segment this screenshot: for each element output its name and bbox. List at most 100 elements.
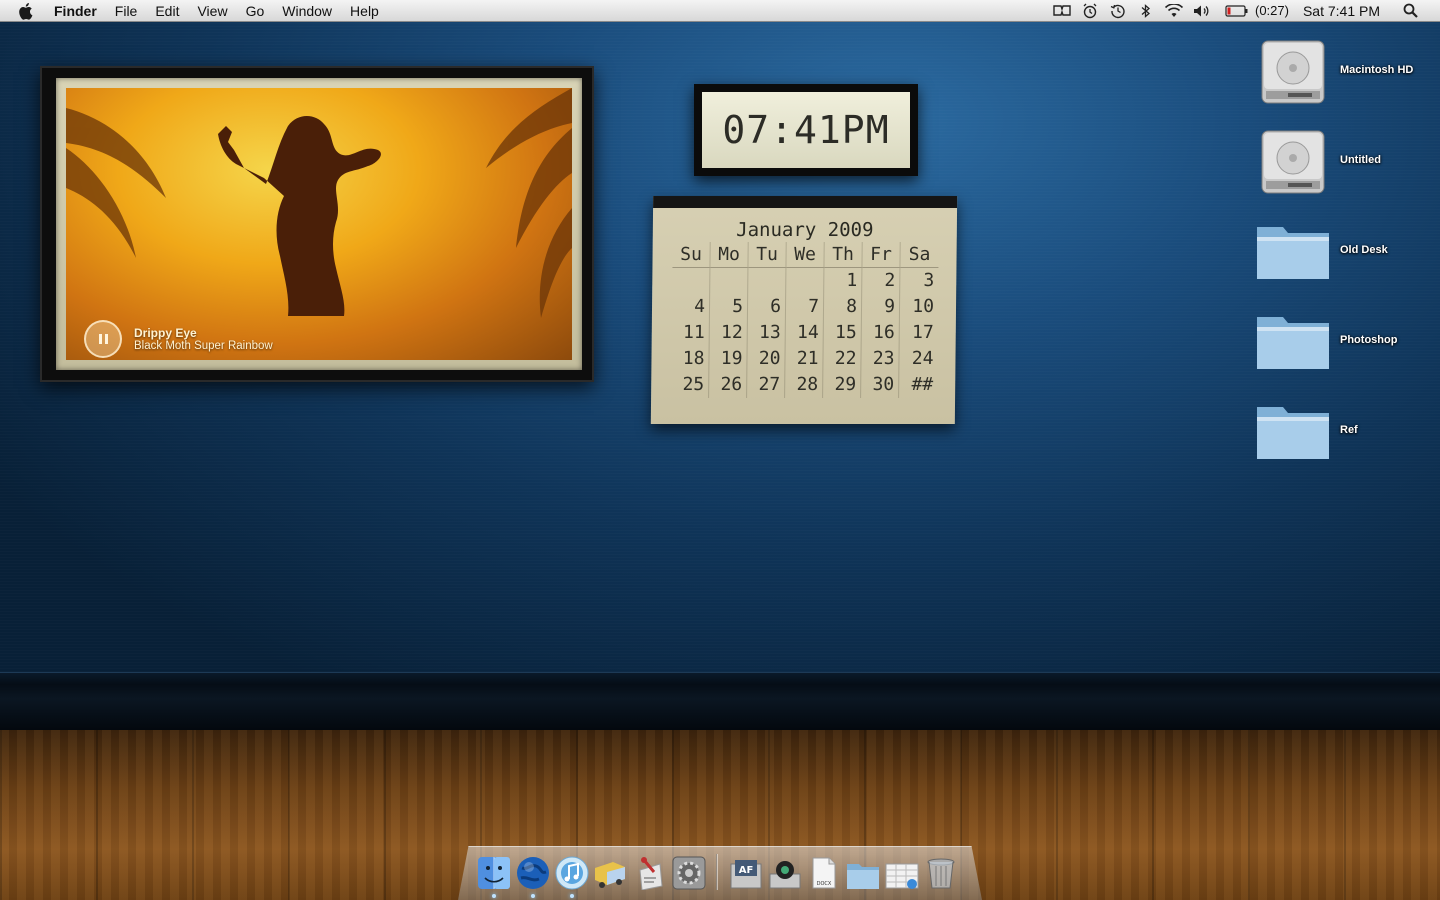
track-info: Drippy Eye Black Moth Super Rainbow [134, 326, 273, 352]
dock: AF DOCX [476, 848, 962, 898]
folder-icon [1254, 301, 1332, 379]
calendar-day-cell [748, 268, 787, 294]
calendar-day-cell: 12 [709, 320, 748, 346]
disk-camera-icon[interactable] [767, 850, 803, 890]
dock-separator [716, 854, 718, 890]
desktop-icon-label: Old Desk [1340, 244, 1388, 256]
calendar-day-cell: 17 [911, 322, 934, 343]
alarm-icon[interactable] [1079, 0, 1101, 22]
music-player-controls: Drippy Eye Black Moth Super Rainbow [84, 320, 273, 358]
calendar-day-cell: 19 [709, 346, 748, 372]
volume-icon[interactable] [1191, 0, 1213, 22]
calendar-weekday-header: Su [672, 242, 711, 268]
calendar-day-cell: 27 [747, 372, 786, 398]
calendar-day-cell [786, 268, 825, 294]
calendar-day-cell: 24 [911, 348, 934, 369]
calendar-binding-strip [653, 196, 958, 208]
calendar-day-cell: 3 [923, 270, 935, 291]
calendar-day-cell: 23 [861, 346, 900, 372]
calendar-day-cell: 11 [671, 320, 710, 346]
track-artist: Black Moth Super Rainbow [134, 340, 273, 352]
af-app-icon[interactable]: AF [728, 850, 764, 890]
calendar-weekday-header: Tu [748, 242, 787, 268]
desktop-icon-ref[interactable]: Ref [1254, 390, 1434, 470]
calendar-day-cell: 7 [785, 294, 825, 320]
calendar-day-cell: 13 [747, 320, 786, 346]
album-artwork: Drippy Eye Black Moth Super Rainbow [66, 88, 572, 360]
svg-text:DOCX: DOCX [817, 881, 832, 887]
calendar-day-cell: 2 [862, 268, 901, 294]
desktop-icon-photoshop[interactable]: Photoshop [1254, 300, 1434, 380]
calendar-day-cell: 26 [709, 372, 748, 398]
menu-view[interactable]: View [188, 0, 236, 22]
calendar-weekday-header: Th [824, 242, 863, 268]
calendar-grid: Su Mo Tu We Th Fr Sa 1 2 3 4 5 6 7 8 9 10 11 12 13 14 15 16 17 1… [671, 242, 939, 398]
desktop-icon-untitled[interactable]: Untitled [1254, 120, 1434, 200]
script-editor-icon[interactable] [632, 850, 668, 890]
calendar-day-cell: 15 [823, 320, 862, 346]
calendar-day-cell: 22 [823, 346, 862, 372]
menu-bar-clock[interactable]: Sat 7:41 PM [1303, 3, 1380, 19]
wifi-icon[interactable] [1163, 0, 1185, 22]
documents-folder-icon[interactable] [845, 850, 881, 890]
running-indicator [570, 894, 574, 898]
delivery-truck-icon[interactable] [593, 850, 629, 890]
calendar-day-cell [710, 268, 749, 294]
desktop-icon-label: Untitled [1340, 154, 1381, 166]
pause-button[interactable] [84, 320, 122, 358]
calendar-day-cell: 4 [671, 294, 711, 320]
spreadsheet-icon[interactable] [884, 850, 920, 890]
menu-file[interactable]: File [106, 0, 147, 22]
calendar-day-cell: 5 [709, 294, 749, 320]
network-globe-icon[interactable] [515, 850, 551, 898]
menu-help[interactable]: Help [341, 0, 388, 22]
calendar-day-cell: 14 [785, 320, 824, 346]
system-preferences-icon[interactable] [671, 850, 707, 890]
calendar-widget[interactable]: January 2009 Su Mo Tu We Th Fr Sa 1 2 3 4 5 6 7 8 9 10 11… [650, 196, 958, 424]
folder-icon [1254, 391, 1332, 469]
menu-window[interactable]: Window [273, 0, 341, 22]
calendar-weekday-header: Fr [862, 242, 901, 268]
menu-edit[interactable]: Edit [146, 0, 188, 22]
spotlight-search-icon[interactable] [1399, 0, 1421, 22]
bluetooth-icon[interactable] [1135, 0, 1157, 22]
calendar-day-cell: 1 [824, 268, 863, 294]
pause-icon-bar [104, 334, 108, 344]
calendar-day-cell: 29 [823, 372, 862, 398]
menu-go[interactable]: Go [237, 0, 274, 22]
battery-time-remaining: (0:27) [1254, 3, 1289, 18]
menu-finder[interactable]: Finder [54, 0, 106, 22]
docx-file-icon[interactable]: DOCX [806, 850, 842, 890]
finder-icon[interactable] [476, 850, 512, 898]
calendar-month-title: January 2009 [736, 219, 874, 241]
apple-menu-icon[interactable] [16, 2, 38, 20]
desktop-icon-label: Ref [1340, 424, 1358, 436]
calendar-day-cell: 25 [671, 372, 710, 398]
running-indicator [492, 894, 496, 898]
now-playing-frame-widget[interactable]: Drippy Eye Black Moth Super Rainbow [40, 66, 594, 382]
desktop-wallpaper-baseboard [0, 672, 1440, 730]
battery-icon[interactable] [1224, 0, 1250, 22]
calendar-day-cell: 10 [912, 296, 935, 317]
calendar-weekday-header: Mo [710, 242, 749, 268]
running-indicator [531, 894, 535, 898]
calendar-day-cell: 20 [747, 346, 786, 372]
desktop-icon-old-desk[interactable]: Old Desk [1254, 210, 1434, 290]
trash-icon[interactable] [923, 850, 959, 890]
hard-drive-icon [1254, 121, 1332, 199]
clock-time-display: 07:41PM [702, 92, 910, 168]
desktop-icon-macintosh-hd[interactable]: Macintosh HD [1254, 30, 1434, 110]
calendar-weekday-header: We [786, 242, 825, 268]
menu-bar: Finder File Edit View Go Window Help (0:… [0, 0, 1440, 22]
calendar-day-cell: 6 [747, 294, 787, 320]
itunes-icon[interactable] [554, 850, 590, 898]
calendar-day-cell: 9 [861, 294, 901, 320]
desktop-icon-label: Photoshop [1340, 334, 1398, 346]
calendar-day-cell: 8 [823, 294, 863, 320]
mirror-icon[interactable] [1051, 0, 1073, 22]
track-title: Drippy Eye [134, 326, 197, 340]
pause-icon-bar [98, 334, 102, 344]
calendar-day-cell: 21 [785, 346, 824, 372]
digital-clock-widget[interactable]: 07:41PM [694, 84, 918, 176]
time-machine-icon[interactable] [1107, 0, 1129, 22]
